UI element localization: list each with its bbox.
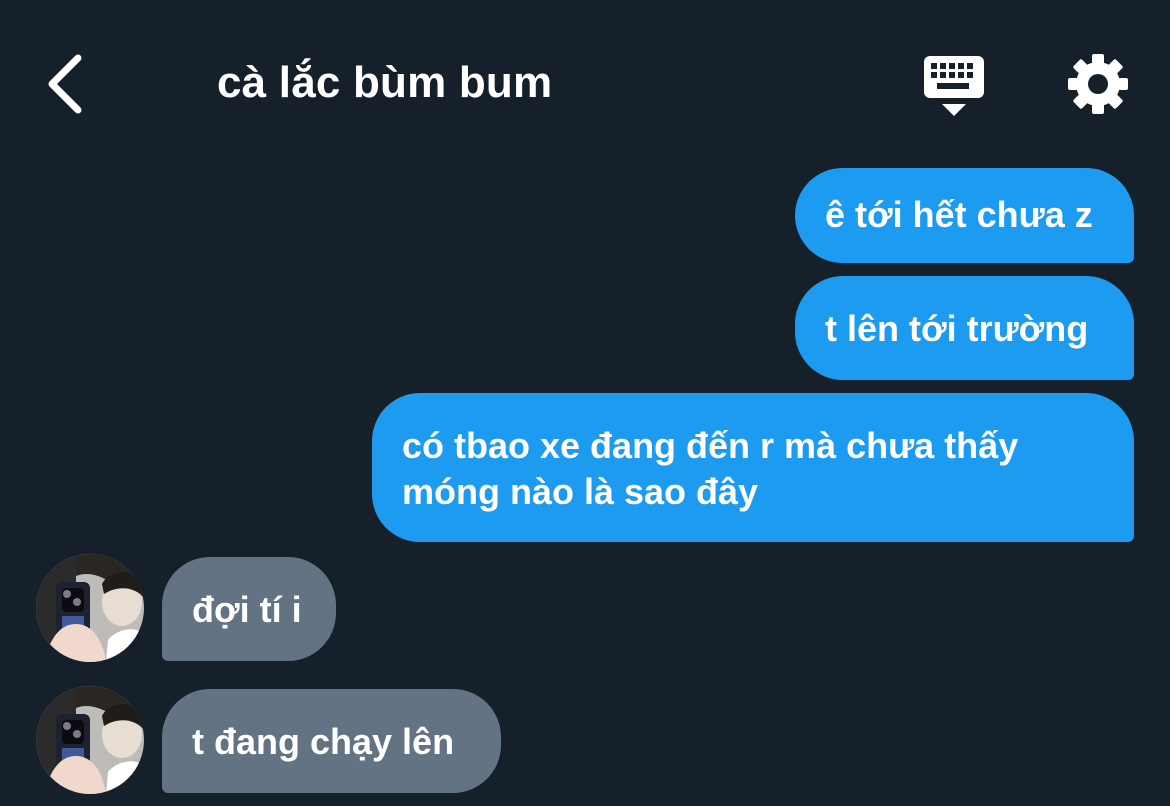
keyboard-toggle-button[interactable] [920, 54, 988, 118]
message-bubble-sent[interactable]: t lên tới trường [795, 276, 1134, 380]
message-text: có tbao xe đang đến r mà chưa thấy móng … [402, 425, 1019, 512]
settings-button[interactable] [1066, 52, 1130, 116]
message-bubble-received[interactable]: t đang chạy lên [162, 689, 501, 793]
message-bubble-sent[interactable]: ê tới hết chưa z [795, 168, 1134, 263]
gear-icon [1068, 54, 1128, 114]
message-text: t đang chạy lên [192, 721, 455, 762]
avatar-photo [36, 686, 144, 794]
chat-header: cà lắc bùm bum [0, 0, 1170, 160]
message-text: đợi tí i [192, 589, 302, 630]
avatar-photo [36, 554, 144, 662]
message-bubble-sent[interactable]: có tbao xe đang đến r mà chưa thấy móng … [372, 393, 1134, 542]
back-button[interactable] [40, 48, 96, 120]
chevron-left-icon [48, 54, 82, 114]
avatar[interactable] [36, 554, 144, 662]
avatar[interactable] [36, 686, 144, 794]
message-text: t lên tới trường [825, 308, 1089, 349]
conversation-title: cà lắc bùm bum [217, 58, 553, 107]
keyboard-icon [924, 56, 984, 116]
message-text: ê tới hết chưa z [825, 194, 1093, 235]
chat-screen: cà lắc bùm bum ê tới hết chưa z t lên tớ… [0, 0, 1170, 806]
message-bubble-received[interactable]: đợi tí i [162, 557, 336, 661]
